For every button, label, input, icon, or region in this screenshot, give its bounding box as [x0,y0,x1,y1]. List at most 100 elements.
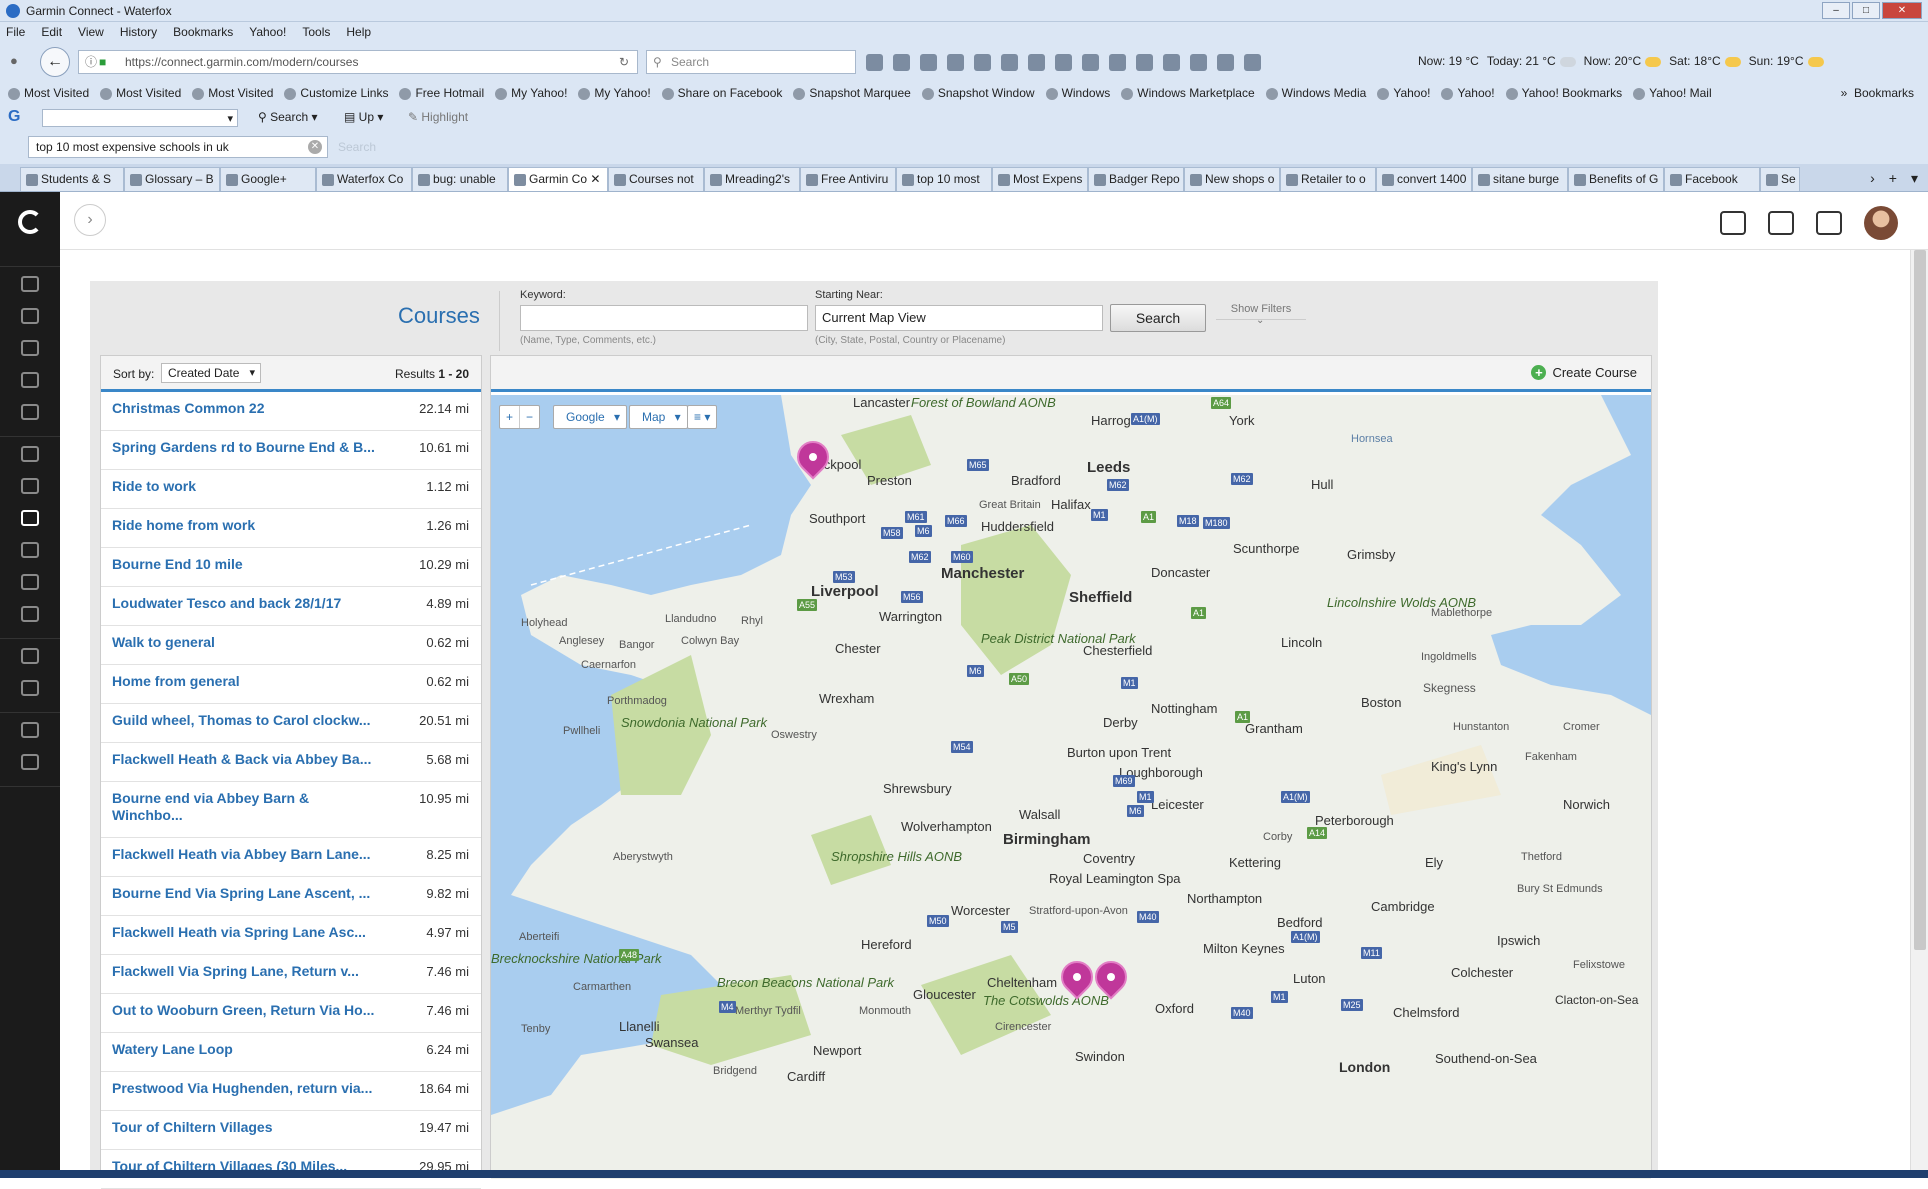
reader-icon[interactable] [947,54,964,71]
menu-yahoo[interactable]: Yahoo! [249,22,286,42]
trophy-icon[interactable] [21,722,39,738]
sync-icon[interactable] [1001,54,1018,71]
menu-edit[interactable]: Edit [41,22,62,42]
adblock-icon[interactable] [1028,54,1045,71]
tab-list-icon[interactable]: ▾ [1911,170,1918,187]
tab[interactable]: Google+ [220,167,316,191]
bookmark[interactable]: Free Hotmail [399,82,484,104]
bookmark[interactable]: Windows Marketplace [1121,82,1255,104]
search-box[interactable]: ⚲ Search [646,50,856,74]
bookmark[interactable]: Yahoo! Mail [1633,82,1712,104]
toolbar-up-button[interactable]: ▤ Up ▾ [344,104,383,130]
menu-help[interactable]: Help [346,22,371,42]
list-item[interactable]: Bourne End Via Spring Lane Ascent, ... 9.… [101,877,481,916]
target-icon[interactable] [21,754,39,770]
reload-icon[interactable]: ● [10,53,18,68]
upload-icon[interactable] [1720,211,1746,235]
clear-icon[interactable]: ✕ [308,140,322,154]
menu-view[interactable]: View [78,22,104,42]
new-tab-icon[interactable]: + [1889,170,1897,187]
tab-garmin-connect[interactable]: Garmin Co ✕ [508,167,608,191]
maximize-icon[interactable]: □ [1852,2,1880,19]
tab[interactable]: Badger Repo [1088,167,1184,191]
news-icon[interactable] [21,404,39,420]
menu-file[interactable]: File [6,22,25,42]
activity-icon[interactable] [21,340,39,356]
show-filters-button[interactable]: Show Filters [1216,303,1306,326]
list-item[interactable]: Ride to work 1.12 mi [101,470,481,509]
google-icon[interactable]: G [8,104,20,130]
tab[interactable]: Courses not [608,167,704,191]
tab[interactable]: Free Antiviru [800,167,896,191]
inbox-icon[interactable] [1768,211,1794,235]
weather-now-2[interactable]: Now: 20°C [1584,54,1662,68]
colors-icon[interactable] [1109,54,1126,71]
starting-near-input[interactable]: Current Map View [815,305,1103,331]
bookmark[interactable]: Most Visited [100,82,181,104]
zoom-in-button[interactable]: + [500,406,519,428]
training-icon[interactable] [21,446,39,462]
garmin-logo-icon[interactable] [18,210,42,234]
refresh-icon[interactable]: ↻ [619,51,629,73]
layers-select[interactable]: ≡ ▾ [687,405,718,429]
bookmark[interactable]: My Yahoo! [578,82,651,104]
tab[interactable]: Retailer to o [1280,167,1376,191]
bookmark[interactable]: Most Visited [8,82,89,104]
flash-icon[interactable] [1190,54,1207,71]
home-icon[interactable] [893,54,910,71]
tab[interactable]: bug: unable [412,167,508,191]
calendar-icon[interactable] [21,372,39,388]
tab[interactable]: top 10 most [896,167,992,191]
shoe-icon[interactable] [21,542,39,558]
menu-tools[interactable]: Tools [302,22,330,42]
tab[interactable]: Se [1760,167,1800,191]
bookmark[interactable]: Yahoo! [1441,82,1495,104]
tab[interactable]: New shops o [1184,167,1280,191]
layers-icon[interactable] [21,308,39,324]
list-item[interactable]: Flackwell Via Spring Lane, Return v... 7.… [101,955,481,994]
tab[interactable]: convert 1400 [1376,167,1472,191]
weather-now[interactable]: Now: 19 °C [1418,54,1479,68]
search-button[interactable]: Search [1110,304,1206,332]
toolbar-highlight-button[interactable]: ✎ Highlight [408,104,468,130]
find-input[interactable]: top 10 most expensive schools in uk ✕ [28,136,328,158]
url-bar[interactable]: ⓘ ■ https://connect.garmin.com/modern/co… [78,50,638,74]
star-icon[interactable] [920,54,937,71]
gear-icon[interactable] [1244,54,1261,71]
download-arrow-icon[interactable] [1136,54,1153,71]
timer-icon[interactable] [21,510,39,526]
find-search-button[interactable]: Search [338,136,376,158]
bookmark[interactable]: Customize Links [284,82,388,104]
pvd-icon[interactable] [974,54,991,71]
bookmark[interactable]: Yahoo! [1377,82,1430,104]
bookmark[interactable]: Yahoo! Bookmarks [1505,82,1622,104]
menu-history[interactable]: History [120,22,157,42]
warning-icon[interactable] [1217,54,1234,71]
groups-icon[interactable] [21,680,39,696]
list-item[interactable]: Loudwater Tesco and back 28/1/17 4.89 mi [101,587,481,626]
bookmark[interactable]: Windows Media [1265,82,1366,104]
sidebar-icon[interactable] [1082,54,1099,71]
list-item[interactable]: Christmas Common 22 22.14 mi [101,392,481,431]
menu-bookmarks[interactable]: Bookmarks [173,22,233,42]
connections-icon[interactable] [21,648,39,664]
tab[interactable]: Facebook [1664,167,1760,191]
list-item[interactable]: Flackwell Heath & Back via Abbey Ba... 5.… [101,743,481,782]
list-item[interactable]: Bourne End 10 mile 10.29 mi [101,548,481,587]
watch-icon[interactable] [1816,211,1842,235]
heart-icon[interactable] [21,478,39,494]
tab[interactable]: Mreading2's [704,167,800,191]
tab[interactable]: Most Expens [992,167,1088,191]
weather-sun[interactable]: Sun: 19°C [1749,54,1824,68]
bookmark[interactable]: Most Visited [192,82,273,104]
list-item[interactable]: Flackwell Heath via Abbey Barn Lane... 8.… [101,838,481,877]
map-provider-select[interactable]: Google ▾ [553,405,628,429]
tab[interactable]: Benefits of G [1568,167,1664,191]
addon-icon[interactable] [1163,54,1180,71]
download-icon[interactable] [866,54,883,71]
bookmark[interactable]: Snapshot Marquee [793,82,911,104]
list-item[interactable]: Watery Lane Loop 6.24 mi [101,1033,481,1072]
create-course-button[interactable]: + Create Course [1531,365,1637,380]
dashboard-icon[interactable] [21,276,39,292]
bookmark[interactable]: Snapshot Window [921,82,1035,104]
